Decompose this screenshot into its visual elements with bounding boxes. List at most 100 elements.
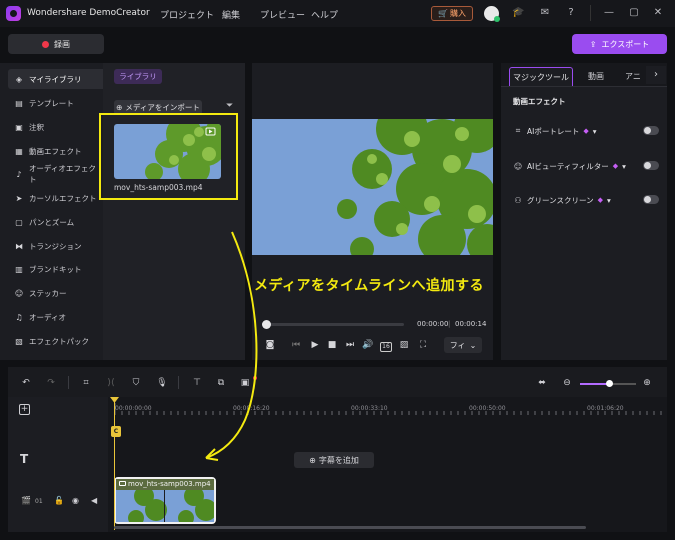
next-frame-icon[interactable]: ⏭ (344, 340, 356, 350)
fit-dropdown[interactable]: フィ ⌄ (444, 337, 482, 353)
sidebar-item-annotation[interactable]: ▣ 注釈 (8, 117, 103, 137)
microphone-icon[interactable]: 🎙 (156, 378, 168, 388)
menu-project[interactable]: プロジェクト (160, 8, 214, 21)
preview-progress-bar[interactable] (264, 323, 404, 326)
zoom-in-icon[interactable]: ⊕ (641, 378, 653, 388)
export-label: エクスポート (601, 39, 650, 49)
lock-icon[interactable]: 🔓 (54, 496, 64, 505)
current-time: 00:00:00 (417, 320, 449, 328)
split-icon[interactable]: ⟩⟨ (105, 378, 117, 388)
eye-icon[interactable]: ◉ (72, 496, 79, 505)
sidebar-item-video-effect[interactable]: ▦ 動画エフェクト (8, 141, 103, 161)
zoom-slider-knob[interactable] (606, 380, 613, 387)
menu-preview[interactable]: プレビュー (260, 8, 305, 21)
tab-magic-tool[interactable]: マジックツール (509, 67, 573, 86)
plus-circle-icon: ⊕ (116, 103, 123, 112)
notification-dot (253, 376, 257, 380)
playhead[interactable] (114, 399, 115, 530)
crop-icon[interactable]: ⌗ (80, 378, 92, 388)
ruler-label: 00:00:50:00 (469, 405, 506, 412)
zoom-out-icon[interactable]: ⊖ (561, 378, 573, 388)
ruler-label: 00:00:16:20 (233, 405, 270, 412)
play-icon[interactable]: ▶ (309, 340, 321, 350)
minimize-icon[interactable]: — (603, 7, 615, 19)
green-screen-toggle[interactable] (643, 195, 659, 204)
volume-icon[interactable]: 🔊 (362, 340, 374, 350)
effect-ai-beauty-filter[interactable]: ☺ AIビューティフィルター ◆ ▾ (513, 159, 659, 173)
buy-button[interactable]: 🛒 購入 (431, 6, 473, 21)
sidebar-item-cursor-effect[interactable]: ➤ カーソルエフェクト (8, 188, 103, 208)
title-divider (590, 5, 591, 21)
playhead-marker[interactable]: C (111, 426, 121, 437)
prev-frame-icon[interactable]: ⏮ (290, 340, 302, 350)
text-to-speech-icon[interactable]: ⊤ (191, 378, 203, 388)
maximize-icon[interactable]: ▢ (628, 7, 640, 19)
speaker-icon[interactable]: ◀ (91, 496, 97, 505)
caption-icon[interactable]: ⧉ (215, 378, 227, 388)
sidebar-item-sticker[interactable]: ☺ ステッカー (8, 283, 103, 303)
aspect-ratio-icon[interactable]: 16 (380, 342, 392, 352)
tab-animation[interactable]: アニ (625, 71, 646, 82)
record-button[interactable]: 録画 (8, 34, 104, 54)
quality-icon[interactable]: ▨ (398, 340, 410, 350)
total-time: 00:00:14 (455, 320, 487, 328)
timeline-scrollbar[interactable] (114, 526, 586, 529)
sidebar-item-label: エフェクトパック (29, 336, 89, 346)
learn-icon[interactable]: 🎓 (512, 7, 524, 19)
video-effect-icon: ▦ (15, 146, 23, 156)
ai-beauty-toggle[interactable] (643, 161, 659, 170)
snapshot-icon[interactable]: ◙ (264, 340, 276, 350)
sidebar-item-brand-kit[interactable]: ▥ ブランドキット (8, 259, 103, 279)
preview-video-frame (252, 119, 493, 255)
fullscreen-icon[interactable]: ⛶ (417, 340, 429, 350)
progress-knob[interactable] (262, 320, 271, 329)
tab-library[interactable]: ライブラリ (114, 69, 162, 84)
sidebar-item-pan-zoom[interactable]: ▢ パンとズーム (8, 212, 103, 232)
sidebar-item-label: オーディオ (29, 312, 66, 322)
sidebar-item-label: 動画エフェクト (29, 146, 82, 156)
fit-timeline-icon[interactable]: ⬌ (536, 378, 548, 388)
stop-icon[interactable]: ■ (326, 340, 338, 350)
menu-help[interactable]: ヘルプ (311, 8, 338, 21)
effect-label: グリーンスクリーン (527, 195, 594, 205)
add-track-icon[interactable]: + (19, 404, 30, 415)
portrait-icon: ⌗ (515, 126, 521, 135)
sidebar-item-effect-pack[interactable]: ▧ エフェクトパック (8, 331, 103, 351)
effect-green-screen[interactable]: ⚇ グリーンスクリーン ◆ ▾ (513, 193, 659, 207)
redo-icon[interactable]: ↷ (45, 378, 57, 388)
track-number: 01 (35, 498, 43, 505)
ai-portrait-toggle[interactable] (643, 126, 659, 135)
effect-ai-portrait[interactable]: ⌗ AIポートレート ◆ ▾ (513, 124, 659, 138)
sidebar-item-transition[interactable]: ⧓ トランジション (8, 236, 103, 256)
avatar[interactable] (484, 6, 500, 22)
menu-edit[interactable]: 編集 (222, 8, 240, 21)
mail-icon[interactable]: ✉ (539, 7, 551, 19)
chevron-down-icon: ⌄ (469, 340, 477, 350)
green-screen-icon: ⚇ (514, 195, 522, 205)
help-icon[interactable]: ? (565, 7, 577, 19)
undo-icon[interactable]: ↶ (20, 378, 32, 388)
brand-kit-icon: ▥ (15, 264, 23, 274)
sidebar-item-audio[interactable]: ♫ オーディオ (8, 307, 103, 327)
layers-icon: ◈ (15, 74, 23, 84)
export-icon: ⇪ (589, 39, 597, 49)
record-dot-icon (42, 40, 49, 48)
ai-tool-icon[interactable]: ▣ (239, 378, 251, 388)
clip-video-icon (119, 481, 126, 486)
close-icon[interactable]: ✕ (652, 7, 664, 19)
sidebar-item-label: テンプレート (29, 98, 74, 108)
premium-gem-icon: ◆ (612, 162, 619, 170)
marker-icon[interactable]: ⛉ (130, 378, 142, 388)
add-caption-button[interactable]: ⊕ 字幕を追加 (294, 452, 374, 468)
sidebar-item-my-library[interactable]: ◈ マイライブラリ (8, 69, 103, 89)
tab-video[interactable]: 動画 (588, 71, 604, 82)
export-button[interactable]: ⇪ エクスポート (572, 34, 667, 54)
sidebar-item-audio-effect[interactable]: ♪ オーディオエフェクト (8, 164, 103, 184)
filter-icon[interactable]: ⏷ (226, 101, 233, 111)
chevron-right-icon[interactable]: › (646, 66, 666, 84)
sidebar-item-template[interactable]: ▤ テンプレート (8, 93, 103, 113)
sticker-icon: ☺ (14, 288, 24, 298)
highlight-box (99, 113, 238, 200)
plus-circle-icon: ⊕ (309, 455, 316, 465)
annotation-icon: ▣ (15, 122, 23, 132)
